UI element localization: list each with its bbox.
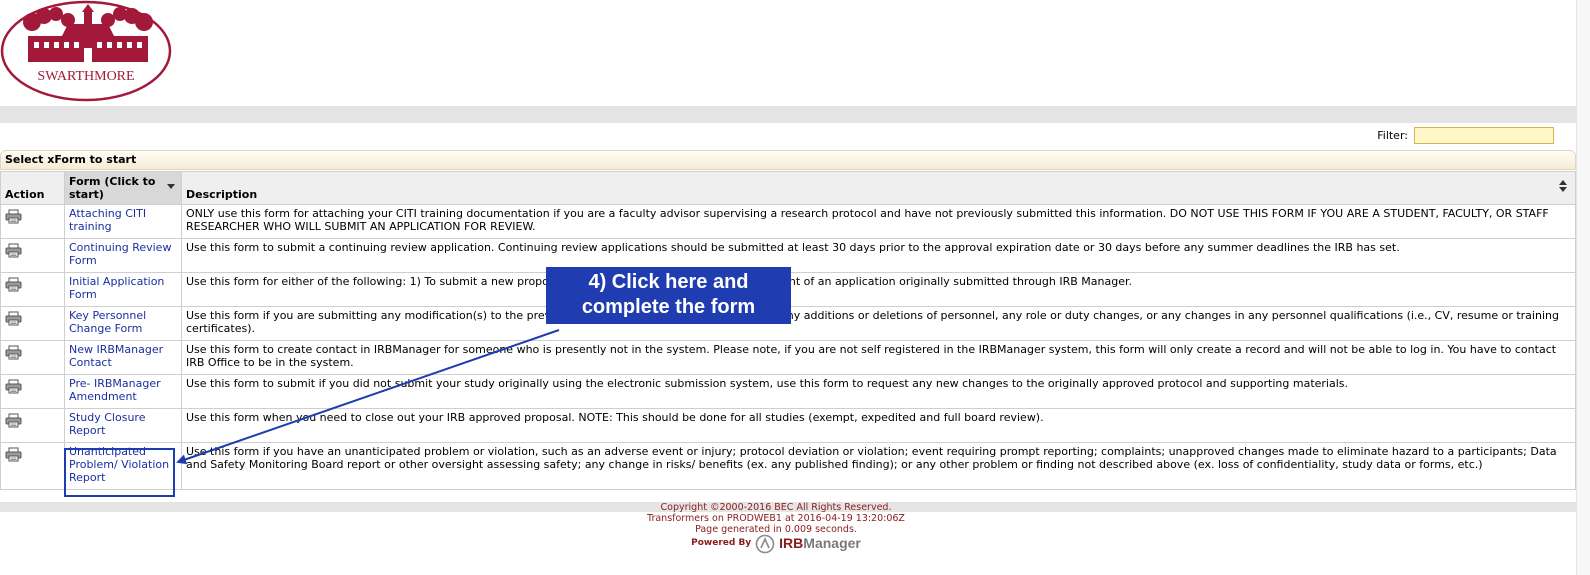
table-row: Study Closure Report Use this form when y… (0, 408, 1576, 443)
printer-icon[interactable] (5, 209, 64, 224)
callout-line-2: complete the form (581, 296, 756, 318)
form-link[interactable]: Pre- IRBManager Amendment (69, 377, 161, 403)
irbmanager-logo-icon (755, 534, 775, 553)
table-row: New IRBManager Contact Use this form to c… (0, 340, 1576, 375)
form-cell: New IRBManager Contact (64, 340, 182, 375)
logo-text: SWARTHMORE (37, 69, 134, 84)
column-header-description[interactable]: Description (181, 171, 1576, 205)
generation-time-text: Page generated in 0.009 seconds. (695, 524, 857, 535)
highlight-box (64, 448, 175, 497)
xform-table: Action Form (Click to start) Description… (0, 171, 1576, 490)
action-cell (0, 204, 65, 239)
printer-icon[interactable] (5, 277, 64, 292)
filter-label: Filter: (1377, 129, 1408, 142)
action-cell (0, 306, 65, 341)
description-cell: ONLY use this form for attaching your CI… (181, 204, 1576, 239)
table-row: Unanticipated Problem/ Violation Report U… (0, 442, 1576, 490)
action-cell (0, 340, 65, 375)
header-band (0, 106, 1576, 123)
form-link[interactable]: Key Personnel Change Form (69, 309, 146, 335)
column-header-form[interactable]: Form (Click to start) (64, 171, 182, 205)
description-cell: Use this form for either of the followin… (181, 272, 1576, 307)
form-cell: Pre- IRBManager Amendment (64, 374, 182, 409)
brand-manager: Manager (803, 535, 861, 551)
sort-both-icon (1559, 180, 1567, 192)
column-header-description-label: Description (186, 188, 258, 201)
copyright-text: Copyright ©2000-2016 BEC All Rights Rese… (660, 502, 892, 513)
brand-irb: IRB (779, 535, 804, 551)
form-link[interactable]: Attaching CITI training (69, 207, 146, 233)
swarthmore-seal-icon: SWARTHMORE (0, 0, 172, 102)
form-link[interactable]: Continuing Review Form (69, 241, 171, 267)
form-cell: Key Personnel Change Form (64, 306, 182, 341)
form-cell: Attaching CITI training (64, 204, 182, 239)
server-text: Transformers on PRODWEB1 at 2016-04-19 1… (647, 513, 905, 524)
form-cell: Initial Application Form (64, 272, 182, 307)
form-cell: Study Closure Report (64, 408, 182, 443)
powered-by-label: Powered By (691, 538, 752, 548)
callout-line-1: 4) Click here and (588, 271, 749, 293)
action-cell (0, 272, 65, 307)
action-cell (0, 442, 65, 490)
description-cell: Use this form to create contact in IRBMa… (181, 340, 1576, 375)
description-cell: Use this form if you are submitting any … (181, 306, 1576, 341)
section-title: Select xForm to start (0, 150, 1576, 170)
action-cell (0, 238, 65, 273)
column-header-action: Action (0, 171, 65, 205)
action-cell (0, 408, 65, 443)
form-link[interactable]: Study Closure Report (69, 411, 145, 437)
description-cell: Use this form if you have an unanticipat… (181, 442, 1576, 490)
printer-icon[interactable] (5, 345, 64, 360)
footer: Copyright ©2000-2016 BEC All Rights Rese… (0, 502, 1552, 553)
filter-input[interactable] (1414, 127, 1554, 144)
column-header-form-label: Form (Click to start) (69, 175, 156, 201)
swarthmore-logo: SWARTHMORE (0, 0, 174, 104)
form-cell: Continuing Review Form (64, 238, 182, 273)
table-row: Attaching CITI training ONLY use this for… (0, 204, 1576, 239)
instruction-callout: 4) Click here and complete the form (546, 267, 791, 324)
description-cell: Use this form when you need to close out… (181, 408, 1576, 443)
filter: Filter: (1377, 127, 1554, 144)
printer-icon[interactable] (5, 379, 64, 394)
printer-icon[interactable] (5, 243, 64, 258)
vertical-scrollbar[interactable] (1576, 0, 1590, 575)
sort-descending-icon (167, 184, 175, 189)
powered-by: Powered By IRBManager (0, 534, 1552, 553)
description-cell: Use this form to submit a continuing rev… (181, 238, 1576, 273)
printer-icon[interactable] (5, 413, 64, 428)
irbmanager-brand: IRBManager (779, 535, 861, 551)
form-link[interactable]: New IRBManager Contact (69, 343, 163, 369)
action-cell (0, 374, 65, 409)
printer-icon[interactable] (5, 447, 64, 462)
form-link[interactable]: Initial Application Form (69, 275, 164, 301)
description-cell: Use this form to submit if you did not s… (181, 374, 1576, 409)
printer-icon[interactable] (5, 311, 64, 326)
table-row: Pre- IRBManager Amendment Use this form t… (0, 374, 1576, 409)
